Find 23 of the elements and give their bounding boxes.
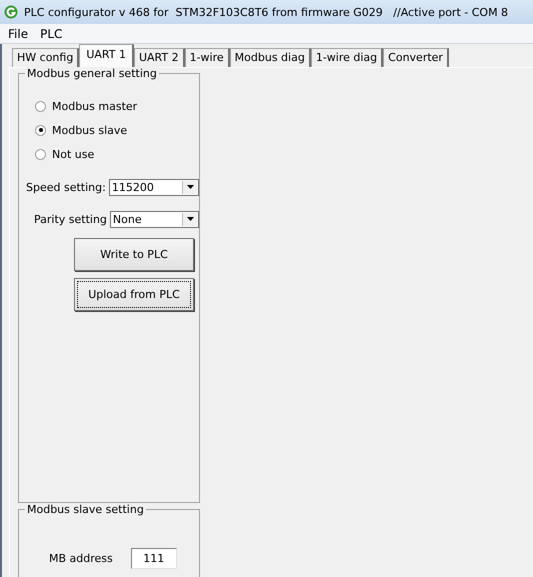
- button[interactable]: Write to PLC: [74, 238, 194, 271]
- tab[interactable]: Modbus diag: [230, 48, 311, 67]
- group-title: Modbus general setting: [25, 67, 159, 80]
- field-label: Speed setting:: [26, 180, 106, 194]
- tab[interactable]: 1-wire diag: [310, 48, 384, 67]
- tab[interactable]: HW config: [12, 48, 80, 67]
- group-title: Modbus slave setting: [25, 503, 146, 516]
- window-title: PLC configurator v 468 for STM32F103C8T6 from firmware G029 //Active port - COM 8: [24, 6, 508, 18]
- tab[interactable]: Converter: [383, 48, 449, 67]
- menu-item[interactable]: File: [2, 26, 34, 40]
- button[interactable]: Upload from PLC: [74, 278, 194, 311]
- dropdown[interactable]: 115200: [108, 178, 199, 196]
- field-label: MB address: [49, 552, 113, 564]
- radio-label: Modbus master: [52, 100, 138, 112]
- tab[interactable]: UART 2: [134, 48, 185, 67]
- tab[interactable]: UART 1: [79, 44, 134, 67]
- field-label: Parity setting: [34, 212, 107, 226]
- radio-label: Not use: [52, 148, 94, 160]
- radio-label: Modbus slave: [52, 124, 128, 136]
- tab[interactable]: 1-wire: [184, 48, 230, 67]
- menu-item[interactable]: PLC: [34, 26, 68, 40]
- dropdown[interactable]: None: [110, 210, 199, 228]
- input-field[interactable]: 111: [130, 548, 177, 568]
